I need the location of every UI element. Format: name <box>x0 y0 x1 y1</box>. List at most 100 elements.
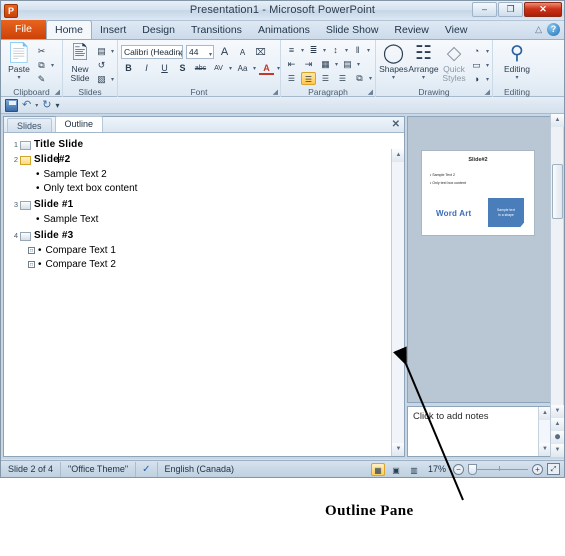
copy-button[interactable]: ⧉ <box>34 59 49 72</box>
main-scroll-up-icon[interactable]: ▲ <box>551 114 564 127</box>
scrollbar-thumb[interactable] <box>552 164 563 219</box>
shape-effects-button[interactable]: ◑ <box>469 73 484 86</box>
italic-button[interactable]: I <box>139 62 154 75</box>
tab-slides[interactable]: Slides <box>7 118 52 132</box>
slide-count-label[interactable]: Slide 2 of 4 <box>1 461 62 477</box>
outline-scrollbar[interactable]: ▲ ▼ <box>391 149 404 456</box>
font-dialog-launcher[interactable]: ◢ <box>273 88 278 96</box>
paste-button[interactable]: 📄 Paste ▾ <box>4 42 34 86</box>
decrease-indent-button[interactable]: ⇤ <box>284 58 299 71</box>
tab-insert[interactable]: Insert <box>92 22 134 39</box>
fit-to-window-button[interactable]: ⤢ <box>547 463 560 475</box>
align-left-button[interactable]: ☰ <box>284 72 299 85</box>
bullets-button[interactable]: ≡ <box>284 44 299 57</box>
font-name-caret-icon[interactable]: ▾ <box>178 49 181 58</box>
new-slide-button[interactable]: 🖹 New Slide <box>66 42 94 86</box>
all-slides-icon[interactable]: ⬤ <box>551 431 564 444</box>
outline-slide-3[interactable]: 3 Slide #1 <box>8 198 404 212</box>
spellcheck-icon[interactable]: ✓ <box>136 461 158 477</box>
section-caret-icon[interactable]: ▾ <box>111 76 114 83</box>
tab-home[interactable]: Home <box>46 20 93 39</box>
outline-bullet[interactable]: • Sample Text <box>8 213 404 227</box>
layout-button[interactable]: ▤ <box>94 45 109 58</box>
slide-thumbnail[interactable]: Slide#2 • Sample Text 2 • Only text box … <box>421 150 535 236</box>
language-label[interactable]: English (Canada) <box>158 462 242 477</box>
align-right-button[interactable]: ☰ <box>318 72 333 85</box>
close-pane-icon[interactable]: ✕ <box>392 119 400 130</box>
format-painter-button[interactable]: ✎ <box>34 73 49 86</box>
align-text-caret-icon[interactable]: ▾ <box>357 61 360 68</box>
underline-button[interactable]: U <box>157 62 172 75</box>
minimize-button[interactable]: – <box>472 2 497 17</box>
redo-button[interactable]: ↻ <box>42 99 51 112</box>
tab-review[interactable]: Review <box>386 22 436 39</box>
tab-view[interactable]: View <box>437 22 476 39</box>
outline-bullet[interactable]: □ • Compare Text 1 <box>8 244 404 258</box>
font-color-button[interactable]: A <box>259 62 275 75</box>
align-text-button[interactable]: ▤ <box>340 58 355 71</box>
grow-font-button[interactable]: A <box>217 46 232 59</box>
numbering-caret-icon[interactable]: ▾ <box>323 47 326 54</box>
tab-outline[interactable]: Outline <box>54 116 104 132</box>
undo-caret-icon[interactable]: ▾ <box>35 102 38 109</box>
shape-outline-button[interactable]: ▭ <box>469 59 484 72</box>
clipboard-dialog-launcher[interactable]: ◢ <box>55 88 60 96</box>
section-button[interactable]: ▧ <box>94 73 109 86</box>
font-color-caret-icon[interactable]: ▾ <box>277 65 280 72</box>
copy-caret-icon[interactable]: ▾ <box>51 62 54 69</box>
previous-slide-icon[interactable]: ▲ <box>551 418 564 431</box>
font-size-combobox[interactable]: 44 ▾ <box>186 45 214 59</box>
editing-button[interactable]: ⚲ Editing ▾ <box>496 42 538 86</box>
change-case-button[interactable]: Aa <box>235 62 250 75</box>
line-spacing-button[interactable]: ↕ <box>328 44 343 57</box>
outline-bullet[interactable]: □ • Compare Text 2 <box>8 258 404 272</box>
character-spacing-button[interactable]: AV <box>211 62 226 75</box>
minimize-ribbon-icon[interactable]: △ <box>535 24 542 35</box>
font-name-combobox[interactable]: Calibri (Headings) ▾ <box>121 45 183 59</box>
change-case-caret-icon[interactable]: ▾ <box>253 65 256 72</box>
collapse-toggle-icon[interactable]: □ <box>28 247 35 254</box>
save-icon[interactable] <box>5 98 18 112</box>
justify-button[interactable]: ☰ <box>335 72 350 85</box>
columns-caret-icon[interactable]: ▾ <box>335 61 338 68</box>
normal-view-button[interactable]: ▦ <box>370 462 385 476</box>
clear-formatting-button[interactable]: ⌧ <box>253 46 268 59</box>
outline-bullet[interactable]: • Sample Text 2 <box>8 168 404 182</box>
theme-label[interactable]: "Office Theme" <box>61 461 137 477</box>
notes-pane[interactable]: Click to add notes ▲ ▼ <box>407 406 551 457</box>
arrange-caret-icon[interactable]: ▾ <box>422 74 425 83</box>
drawing-dialog-launcher[interactable]: ◢ <box>485 88 490 96</box>
main-scroll-down-icon[interactable]: ▼ <box>551 405 564 418</box>
zoom-in-button[interactable]: + <box>532 463 543 475</box>
tab-transitions[interactable]: Transitions <box>183 22 250 39</box>
paragraph-dialog-launcher[interactable]: ◢ <box>368 88 373 96</box>
slide-editing-area[interactable]: Slide#2 • Sample Text 2 • Only text box … <box>407 116 551 403</box>
shape-effects-caret-icon[interactable]: ▾ <box>486 76 489 83</box>
text-direction-caret-icon[interactable]: ▾ <box>367 47 370 54</box>
zoom-slider-handle[interactable] <box>468 463 477 475</box>
shrink-font-button[interactable]: A <box>235 46 250 59</box>
collapse-toggle-icon[interactable]: □ <box>28 261 35 268</box>
strikethrough-button[interactable]: abc <box>193 62 208 75</box>
text-shadow-button[interactable]: S <box>175 62 190 75</box>
scroll-down-icon[interactable]: ▼ <box>392 443 404 456</box>
outline-bullet[interactable]: • Only text box content <box>8 182 404 196</box>
arrange-button[interactable]: ☷ Arrange ▾ <box>408 42 439 86</box>
align-center-button[interactable]: ☰ <box>301 72 316 85</box>
increase-indent-button[interactable]: ⇥ <box>301 58 316 71</box>
shape-fill-button[interactable]: ◔ <box>469 45 484 58</box>
shapes-button[interactable]: ◯ Shapes ▾ <box>379 42 408 86</box>
tab-design[interactable]: Design <box>134 22 183 39</box>
zoom-slider[interactable] <box>468 463 528 475</box>
shapes-caret-icon[interactable]: ▾ <box>392 74 395 83</box>
paste-caret-icon[interactable]: ▾ <box>17 74 20 83</box>
numbering-button[interactable]: ≣ <box>306 44 321 57</box>
columns-button[interactable]: ▦ <box>318 58 333 71</box>
cut-button[interactable]: ✂ <box>34 45 49 58</box>
next-slide-icon[interactable]: ▼ <box>551 444 564 457</box>
help-icon[interactable]: ? <box>547 23 560 36</box>
notes-scrollbar[interactable]: ▲ ▼ <box>538 407 551 456</box>
tab-slide-show[interactable]: Slide Show <box>318 22 387 39</box>
reset-button[interactable]: ↺ <box>94 59 109 72</box>
text-direction-button[interactable]: ‖ <box>350 44 365 57</box>
